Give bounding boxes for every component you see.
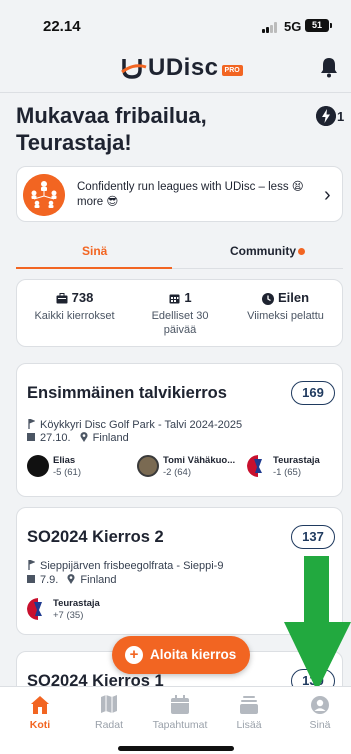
network-label: 5G bbox=[284, 19, 302, 34]
status-bar: 22.14 5G 51 bbox=[0, 0, 351, 44]
bell-icon[interactable] bbox=[318, 56, 340, 78]
profile-icon bbox=[311, 696, 329, 714]
clock-icon bbox=[261, 292, 274, 305]
start-round-label: Aloita kierros bbox=[150, 647, 237, 662]
chevron-right-icon: › bbox=[324, 184, 331, 206]
location-pin-icon bbox=[67, 574, 75, 584]
greeting-title: Mukavaa fribailua, Teurastaja! bbox=[16, 103, 207, 155]
nav-label: Tapahtumat bbox=[152, 719, 208, 731]
stat-total-rounds[interactable]: 738 Kaikki kierrokset bbox=[22, 290, 127, 323]
course-pin-icon bbox=[28, 560, 35, 570]
suitcase-icon bbox=[56, 293, 68, 304]
player-score: -1 (65) bbox=[273, 467, 301, 478]
tab-sina[interactable]: Sinä bbox=[82, 244, 107, 258]
nav-lisaa[interactable]: Lisää bbox=[214, 695, 284, 731]
battery-icon: 51 bbox=[305, 19, 332, 32]
more-icon bbox=[240, 696, 258, 714]
nav-sina[interactable]: Sinä bbox=[285, 695, 351, 731]
course-pin-icon bbox=[28, 419, 35, 429]
nav-label: Koti bbox=[29, 719, 51, 731]
active-tab-indicator bbox=[16, 267, 172, 269]
player-score: +7 (35) bbox=[53, 610, 84, 621]
nav-radat[interactable]: Radat bbox=[74, 695, 144, 731]
round-course: Sieppijärven frisbeegolfrata - Sieppi-9 bbox=[27, 560, 223, 572]
start-round-button[interactable]: + Aloita kierros bbox=[112, 636, 250, 674]
status-time: 22.14 bbox=[43, 18, 81, 35]
nav-label: Lisää bbox=[236, 719, 262, 731]
events-icon bbox=[171, 695, 189, 714]
home-icon bbox=[31, 696, 49, 714]
arrow-down-icon bbox=[284, 556, 351, 691]
player-name: Teurastaja bbox=[53, 598, 100, 609]
tab-community[interactable]: Community bbox=[230, 244, 296, 258]
courses-icon bbox=[101, 695, 117, 713]
player-name: Teurastaja bbox=[273, 455, 320, 466]
avatar bbox=[27, 598, 49, 620]
player-score: -2 (64) bbox=[163, 467, 191, 478]
round-score-badge: 169 bbox=[291, 381, 335, 405]
league-icon bbox=[23, 174, 65, 216]
udisc-logo: UDisc PRO bbox=[121, 52, 243, 84]
nav-label: Radat bbox=[94, 719, 124, 731]
avatar bbox=[247, 455, 269, 477]
stat-last-30-days[interactable]: 1 Edelliset 30 päivää bbox=[128, 290, 233, 337]
promo-card[interactable]: Confidently run leagues with UDisc – les… bbox=[16, 166, 343, 222]
bolt-count[interactable]: 1 bbox=[337, 109, 344, 124]
round-date-location: 27.10. Finland bbox=[27, 432, 129, 444]
round-title: SO2024 Kierros 2 bbox=[27, 528, 164, 546]
bolt-icon[interactable] bbox=[316, 106, 336, 126]
calendar-icon bbox=[169, 294, 180, 304]
round-title: Ensimmäinen talvikierros bbox=[27, 384, 227, 402]
logo-text: UDisc bbox=[148, 54, 219, 81]
nav-koti[interactable]: Koti bbox=[5, 695, 75, 731]
round-date-location: 7.9. Finland bbox=[27, 574, 117, 586]
udisc-mark-icon bbox=[121, 59, 147, 79]
stat-value: 1 bbox=[184, 290, 192, 305]
stat-value: Eilen bbox=[277, 290, 310, 305]
calendar-icon bbox=[27, 575, 35, 583]
stat-label: Kaikki kierrokset bbox=[34, 310, 115, 322]
nav-label: Sinä bbox=[309, 719, 331, 731]
player-name: Elias bbox=[53, 455, 76, 466]
round-course: Köykkyri Disc Golf Park - Talvi 2024-202… bbox=[27, 419, 242, 431]
avatar bbox=[27, 455, 49, 477]
round-score-badge: 137 bbox=[291, 525, 335, 549]
round-card[interactable]: Ensimmäinen talvikierros 169 Köykkyri Di… bbox=[16, 363, 343, 497]
stat-label: Edelliset 30 päivää bbox=[151, 310, 209, 336]
location-pin-icon bbox=[80, 432, 88, 442]
promo-text: Confidently run leagues with UDisc – les… bbox=[77, 181, 304, 208]
app-bar: UDisc PRO bbox=[0, 44, 351, 92]
community-notification-dot bbox=[298, 248, 305, 255]
stat-label: Viimeksi pelattu bbox=[247, 310, 324, 322]
nav-tapahtumat[interactable]: Tapahtumat bbox=[145, 695, 215, 731]
stats-card: 738 Kaikki kierrokset 1 Edelliset 30 päi… bbox=[16, 279, 343, 347]
header-divider bbox=[0, 92, 351, 93]
bottom-tab-bar: Koti Radat Tapahtumat Lisää Sinä bbox=[0, 686, 351, 754]
pro-badge: PRO bbox=[221, 64, 243, 76]
calendar-icon bbox=[27, 433, 35, 441]
signal-icon bbox=[262, 22, 278, 33]
tab-bar: Sinä Community bbox=[0, 236, 351, 269]
home-indicator bbox=[118, 746, 234, 751]
player-name: Tomi Vähäkuo... bbox=[163, 455, 236, 466]
player-score: -5 (61) bbox=[53, 467, 81, 478]
plus-icon: + bbox=[125, 646, 143, 664]
stat-last-played[interactable]: Eilen Viimeksi pelattu bbox=[233, 290, 338, 323]
stat-value: 738 bbox=[71, 290, 94, 305]
avatar bbox=[137, 455, 159, 477]
